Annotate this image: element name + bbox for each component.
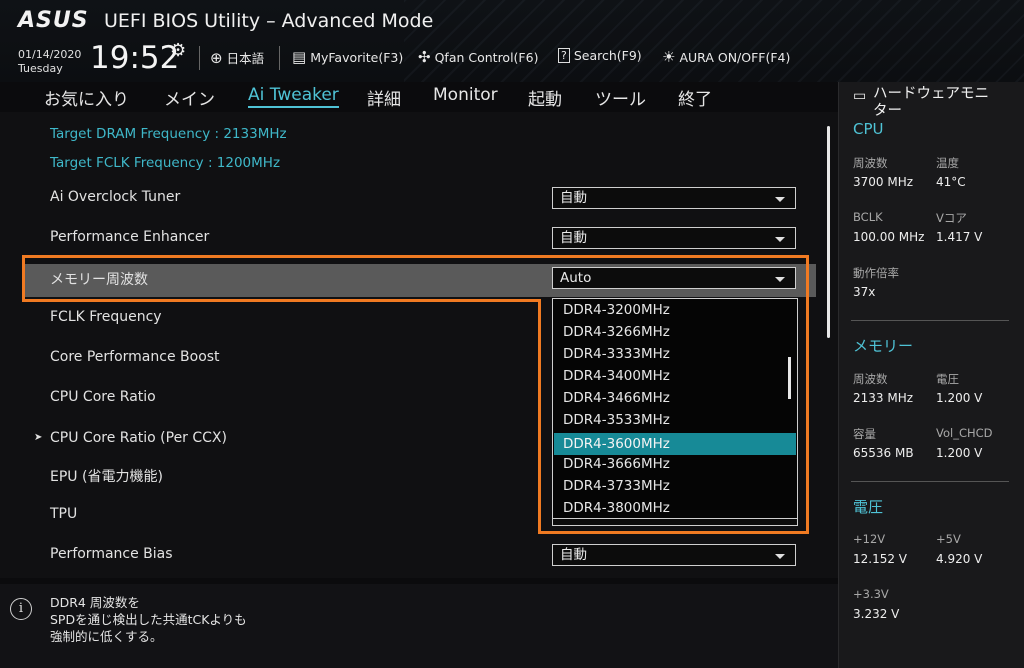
cpu-freq-value: 3700 MHz	[853, 175, 914, 189]
top-header: ASUS UEFI BIOS Utility – Advanced Mode 0…	[0, 0, 1024, 82]
hardware-monitor-panel: ▭ ハードウェアモニ ター CPU 周波数 温度 3700 MHz 41°C B…	[838, 82, 1024, 668]
target-fclk-frequency: Target FCLK Frequency : 1200MHz	[50, 155, 281, 171]
tab-ai-tweaker[interactable]: Ai Tweaker	[248, 85, 339, 108]
performance-enhancer-label[interactable]: Performance Enhancer	[50, 229, 209, 245]
cpu-temp-value: 41°C	[936, 175, 966, 189]
asus-logo: ASUS	[18, 8, 89, 33]
main-tabs: お気に入り メイン Ai Tweaker 詳細 Monitor 起動 ツール 終…	[0, 82, 838, 112]
app-title: UEFI BIOS Utility – Advanced Mode	[104, 10, 434, 32]
myfavorite-label: MyFavorite(F3)	[310, 49, 404, 65]
vol-chcd-value: 1.200 V	[936, 446, 983, 460]
performance-bias-label[interactable]: Performance Bias	[50, 546, 173, 562]
cpu-core-ratio-label[interactable]: CPU Core Ratio	[50, 389, 156, 405]
tab-main[interactable]: メイン	[164, 85, 215, 110]
v12-label: +12V	[853, 532, 886, 546]
chevron-down-icon	[775, 554, 785, 559]
header-pattern	[404, 0, 1024, 82]
v5-value: 4.920 V	[936, 552, 983, 566]
tab-favorites[interactable]: お気に入り	[44, 85, 129, 110]
aura-label: AURA ON/OFF(F4)	[679, 49, 791, 65]
mem-volt-label: 電圧	[936, 372, 959, 386]
bclk-value: 100.00 MHz	[853, 230, 925, 244]
globe-icon: ⊕	[210, 48, 223, 67]
help-panel: i DDR4 周波数を SPDを通じ検出した共通tCKよりも 強制的に低くする。	[0, 584, 838, 668]
core-performance-boost-label[interactable]: Core Performance Boost	[50, 349, 220, 365]
performance-bias-select[interactable]: 自動	[552, 544, 796, 566]
vcore-value: 1.417 V	[936, 230, 983, 244]
section-divider	[851, 481, 1009, 482]
cpu-heading: CPU	[853, 120, 884, 138]
tab-exit[interactable]: 終了	[678, 85, 712, 110]
cpu-core-ratio-per-ccx-label[interactable]: CPU Core Ratio (Per CCX)	[50, 430, 227, 446]
tab-advanced[interactable]: 詳細	[367, 85, 401, 110]
cpu-freq-label: 周波数	[853, 156, 888, 170]
settings-panel: Target DRAM Frequency : 2133MHz Target F…	[0, 112, 838, 578]
chevron-down-icon	[775, 237, 785, 242]
qfan-control-label: Qfan Control(F6)	[434, 49, 539, 65]
date-display: 01/14/2020 Tuesday	[18, 48, 81, 76]
help-text: DDR4 周波数を SPDを通じ検出した共通tCKよりも 強制的に低くする。	[50, 595, 247, 644]
cpu-temp-label: 温度	[936, 156, 959, 170]
mem-freq-value: 2133 MHz	[853, 391, 914, 405]
performance-enhancer-select[interactable]: 自動	[552, 227, 796, 249]
favorite-icon: ▤	[292, 48, 307, 66]
ratio-label: 動作倍率	[853, 266, 899, 280]
target-dram-frequency: Target DRAM Frequency : 2133MHz	[50, 126, 287, 142]
epu-power-saving-label[interactable]: EPU (省電力機能)	[50, 466, 163, 486]
search-button[interactable]: ? Search(F9)	[558, 48, 642, 63]
annotation-outline-top	[22, 255, 809, 302]
bclk-label: BCLK	[853, 210, 883, 224]
v33-value: 3.232 V	[853, 607, 900, 621]
language-label: 日本語	[226, 51, 265, 66]
v33-label: +3.3V	[853, 587, 889, 601]
aura-toggle-button[interactable]: ☀ AURA ON/OFF(F4)	[662, 48, 790, 66]
day-text: Tuesday	[18, 62, 63, 75]
monitor-icon: ▭	[853, 88, 867, 104]
hardware-monitor-title: ハードウェアモニ ター	[873, 86, 989, 119]
section-divider	[851, 320, 1009, 321]
ai-overclock-tuner-label[interactable]: Ai Overclock Tuner	[50, 189, 180, 205]
myfavorite-button[interactable]: ▤ MyFavorite(F3)	[292, 48, 403, 66]
submenu-arrow-icon: ➤	[34, 432, 43, 443]
aura-icon: ☀	[662, 48, 676, 66]
header-divider	[199, 46, 200, 70]
ai-overclock-tuner-value: 自動	[560, 190, 587, 206]
voltage-heading: 電圧	[853, 498, 884, 516]
mem-freq-label: 周波数	[853, 372, 888, 386]
search-icon: ?	[558, 48, 570, 63]
gear-icon[interactable]: ⚙	[170, 40, 186, 61]
mem-capacity-label: 容量	[853, 427, 876, 441]
v5-label: +5V	[936, 532, 961, 546]
language-button[interactable]: ⊕ 日本語	[210, 48, 264, 67]
memory-heading: メモリー	[853, 337, 914, 355]
chevron-down-icon	[775, 197, 785, 202]
fclk-frequency-label[interactable]: FCLK Frequency	[50, 309, 162, 325]
v12-value: 12.152 V	[853, 552, 908, 566]
tpu-label[interactable]: TPU	[50, 506, 77, 522]
performance-bias-value: 自動	[560, 547, 587, 563]
main-scrollbar[interactable]	[827, 126, 830, 338]
annotation-outline-bottom	[538, 299, 809, 534]
clock-time: 19:52	[90, 40, 180, 76]
annotation-outline-mid	[22, 299, 541, 302]
performance-enhancer-value: 自動	[560, 230, 587, 246]
vol-chcd-label: Vol_CHCD	[936, 426, 993, 440]
mem-volt-value: 1.200 V	[936, 391, 983, 405]
vcore-label: Vコア	[936, 211, 967, 225]
tab-boot[interactable]: 起動	[528, 85, 562, 110]
header-divider	[279, 46, 280, 70]
tab-monitor[interactable]: Monitor	[433, 85, 498, 105]
info-icon: i	[10, 598, 32, 620]
qfan-control-button[interactable]: ✣ Qfan Control(F6)	[418, 48, 538, 66]
fan-icon: ✣	[418, 48, 431, 66]
search-label: Search(F9)	[573, 48, 642, 63]
mem-capacity-value: 65536 MB	[853, 446, 914, 460]
date-text: 01/14/2020	[18, 48, 82, 61]
ai-overclock-tuner-select[interactable]: 自動	[552, 187, 796, 209]
ratio-value: 37x	[853, 285, 876, 299]
tab-tool[interactable]: ツール	[595, 85, 646, 110]
